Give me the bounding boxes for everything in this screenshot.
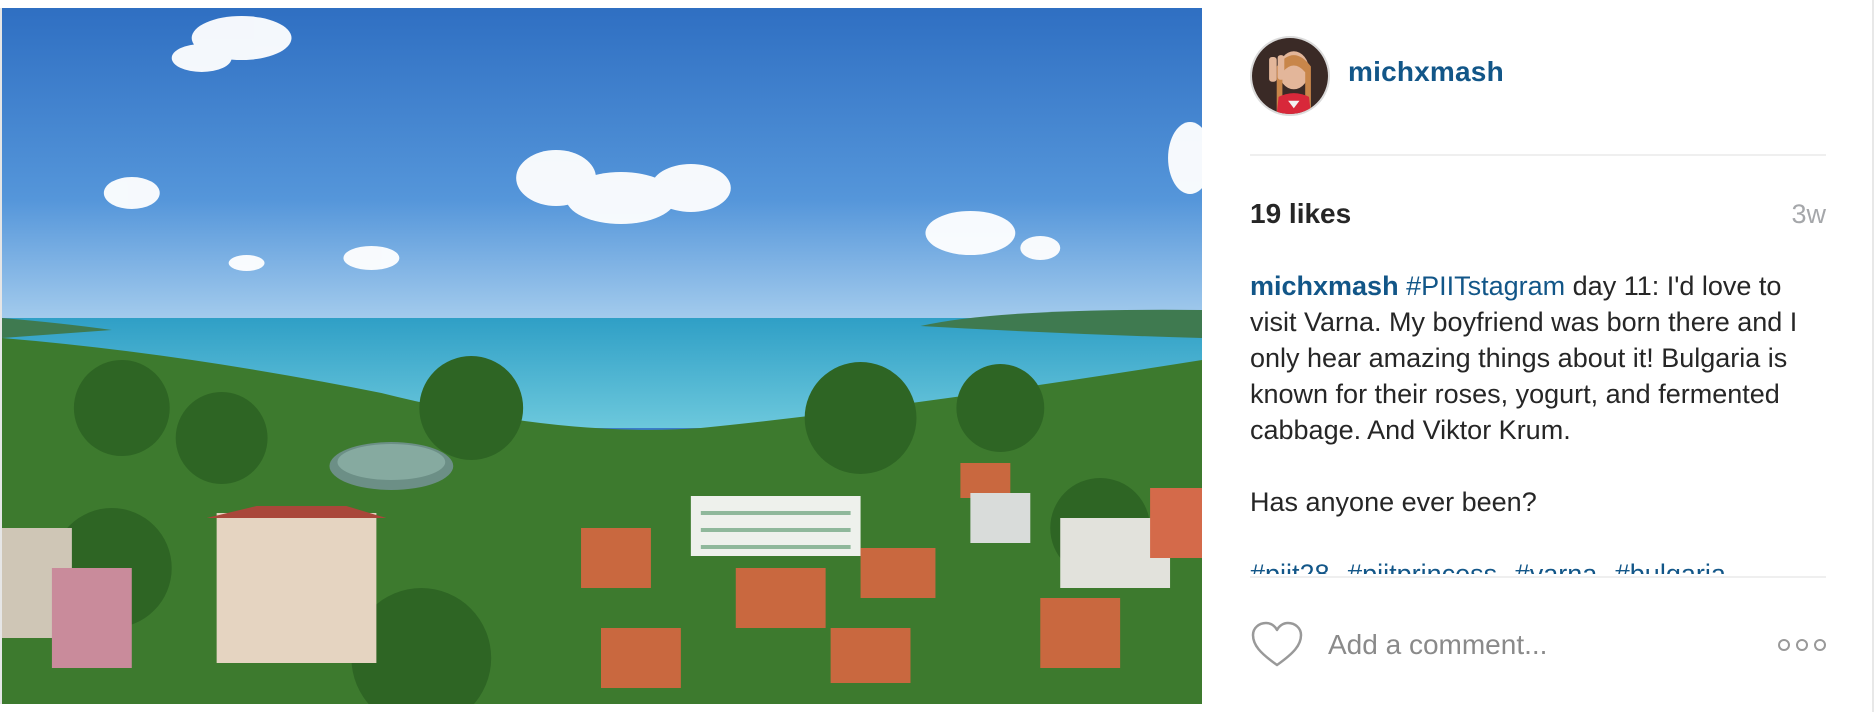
caption-divider <box>1250 576 1826 578</box>
likes-count[interactable]: 19 likes <box>1250 198 1351 230</box>
username-link[interactable]: michxmash <box>1348 56 1504 88</box>
hashtag-link[interactable]: #bulgaria <box>1615 559 1726 574</box>
avatar[interactable] <box>1250 36 1330 116</box>
caption-question: Has anyone ever been? <box>1250 487 1537 517</box>
caption-tags: #piit28 #piitprincess #varna #bulgaria <box>1250 556 1826 574</box>
post-photo[interactable] <box>0 8 1202 704</box>
more-dot <box>1796 639 1808 651</box>
more-options-icon[interactable] <box>1770 631 1826 659</box>
hashtag-link[interactable]: #piit28 <box>1250 559 1330 574</box>
caption: michxmash #PIITstagram day 11: I'd love … <box>1250 268 1826 574</box>
caption-paragraph: michxmash #PIITstagram day 11: I'd love … <box>1250 268 1826 448</box>
heart-icon[interactable] <box>1250 621 1304 669</box>
post-stats: 19 likes 3w <box>1250 194 1826 234</box>
post-timestamp[interactable]: 3w <box>1791 199 1826 230</box>
comment-input[interactable] <box>1328 623 1770 667</box>
hashtag-link[interactable]: #varna <box>1515 559 1598 574</box>
caption-username-link[interactable]: michxmash <box>1250 271 1399 301</box>
caption-hashtag-link[interactable]: #PIITstagram <box>1406 271 1565 301</box>
header-divider <box>1250 154 1826 156</box>
hashtag-link[interactable]: #piitprincess <box>1347 559 1497 574</box>
more-dot <box>1778 639 1790 651</box>
more-dot <box>1814 639 1826 651</box>
comment-bar <box>1250 620 1826 670</box>
post-details-panel: michxmash 19 likes 3w michxmash #PIITsta… <box>1202 0 1874 712</box>
post-header: michxmash <box>1250 36 1826 156</box>
